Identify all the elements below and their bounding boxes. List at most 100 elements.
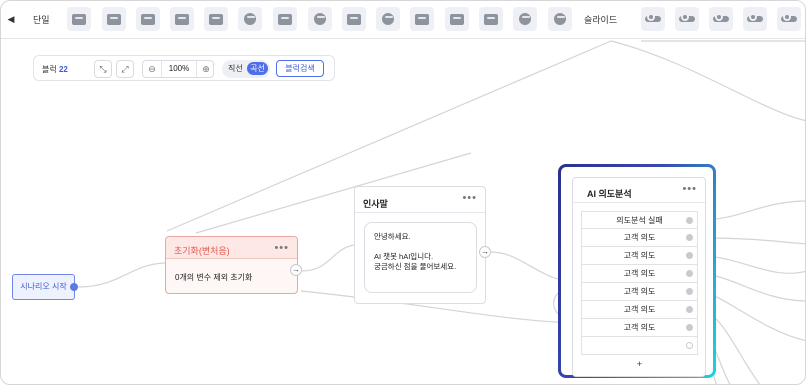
intent-option-empty[interactable]	[581, 337, 698, 355]
tool-slide-video[interactable]	[743, 7, 767, 31]
canvas-controls: 블럭 22 i ⤡ ⤢ ⊖ 100% ⊕ 직선 곡선 블럭검색	[33, 55, 335, 81]
tool-image-output[interactable]	[479, 7, 503, 31]
image-output-icon	[484, 13, 498, 25]
image-card-icon	[209, 13, 223, 25]
intent-option[interactable]: 고객 의도	[581, 301, 698, 319]
option-output-port[interactable]	[686, 217, 693, 224]
tool-video[interactable]	[238, 7, 262, 31]
tool-image-card[interactable]	[204, 7, 228, 31]
intent-option-label: 고객 의도	[623, 305, 656, 314]
tool-slide-list[interactable]	[777, 7, 801, 31]
intent-option-label: 의도분석 실패	[616, 216, 663, 225]
block-count: 22	[58, 65, 68, 74]
intent-option-label: 고객 의도	[623, 287, 656, 296]
intent-option-label: 고객 의도	[623, 323, 656, 332]
tool-slide-image[interactable]	[675, 7, 699, 31]
option-output-port[interactable]	[686, 234, 693, 241]
single-section-label: 단일	[33, 15, 50, 25]
slide-card-icon	[645, 13, 661, 22]
card-icon	[72, 13, 86, 25]
grid-icon	[175, 13, 189, 25]
tool-api-settings[interactable]	[513, 7, 537, 31]
arrow-right-icon[interactable]: →	[290, 264, 302, 276]
tool-list[interactable]	[273, 7, 297, 31]
tool-url[interactable]	[342, 7, 366, 31]
shrink-icon[interactable]: ⤡	[94, 60, 112, 78]
intent-option[interactable]: 고객 의도	[581, 265, 698, 283]
toolbar: ◀ 단일 슬라이드	[1, 1, 805, 39]
zoom-control: ⊖ 100% ⊕	[142, 60, 214, 78]
slide-image-icon	[679, 13, 695, 22]
more-icon[interactable]: •••	[682, 183, 697, 195]
intent-option[interactable]: 고객 의도	[581, 247, 698, 265]
option-output-port[interactable]	[686, 306, 693, 313]
greeting-node[interactable]: 인사말 ••• 안녕하세요. AI 챗봇 hAI입니다. 궁금하신 점을 물어보…	[354, 186, 486, 304]
tool-profile-card[interactable]	[445, 7, 469, 31]
tool-slide-grid[interactable]	[709, 7, 733, 31]
tool-image[interactable]	[102, 7, 126, 31]
list-icon	[278, 13, 292, 25]
intent-options: 의도분석 실패 고객 의도 고객 의도 고객 의도 고객 의도 고객 의도 고객…	[581, 211, 698, 355]
init-node-body: 0개의 변수 제외 초기화	[175, 273, 253, 282]
url-icon	[347, 13, 361, 25]
intent-option[interactable]: 고객 의도	[581, 319, 698, 337]
tool-web[interactable]	[308, 7, 332, 31]
api-settings-icon	[519, 13, 531, 25]
tool-refresh[interactable]	[548, 7, 572, 31]
zoom-value: 100%	[161, 61, 197, 77]
option-output-port[interactable]	[686, 288, 693, 295]
message-line	[374, 242, 476, 252]
add-option-button[interactable]: +	[581, 356, 698, 372]
option-output-port[interactable]	[686, 270, 693, 277]
intent-option[interactable]: 의도분석 실패	[581, 211, 698, 229]
tool-card[interactable]	[67, 7, 91, 31]
form-icon	[415, 13, 429, 25]
intent-option-label: 고객 의도	[623, 251, 656, 260]
intent-option-label: 고객 의도	[623, 233, 656, 242]
greeting-node-title: 인사말	[363, 199, 388, 209]
tool-slide-card[interactable]	[641, 7, 665, 31]
profile-card-icon	[450, 13, 464, 25]
intent-option[interactable]: 고객 의도	[581, 229, 698, 247]
flow-editor: ◀ 단일 슬라이드 블럭 22 i ⤡ ⤢ ⊖ 100%	[0, 0, 806, 385]
message-line: AI 챗봇 hAI입니다.	[374, 252, 434, 261]
caret-left-icon[interactable]: ◀	[5, 11, 17, 27]
more-icon[interactable]: •••	[274, 242, 289, 254]
init-variables-node[interactable]: 초기화(변처음) ••• 0개의 변수 제외 초기화	[165, 236, 298, 294]
intent-option[interactable]: 고객 의도	[581, 283, 698, 301]
tool-form[interactable]	[410, 7, 434, 31]
option-output-port[interactable]	[686, 324, 693, 331]
api-icon	[382, 13, 394, 25]
line-curve-option[interactable]: 곡선	[247, 62, 268, 75]
slide-section-label: 슬라이드	[584, 15, 618, 25]
ai-node-title: AI 의도분석	[587, 189, 632, 199]
block-label: 블럭	[42, 65, 57, 74]
expand-icon[interactable]: ⤢	[116, 60, 134, 78]
tool-grid[interactable]	[170, 7, 194, 31]
video-icon	[244, 13, 256, 25]
refresh-icon	[554, 13, 566, 25]
intent-option-label: 고객 의도	[623, 269, 656, 278]
scenario-start-node[interactable]: 시나리오 시작	[12, 274, 75, 300]
line-style-toggle: 직선 곡선	[222, 60, 270, 78]
zoom-in-icon[interactable]: ⊕	[197, 61, 215, 77]
option-output-port[interactable]	[686, 252, 693, 259]
image-icon	[107, 13, 121, 25]
message-line: 안녕하세요.	[374, 232, 411, 241]
image-text-icon	[141, 13, 155, 25]
greeting-message-bubble: 안녕하세요. AI 챗봇 hAI입니다. 궁금하신 점을 물어보세요.	[364, 222, 477, 293]
line-straight-option[interactable]: 직선	[228, 63, 243, 74]
init-node-title: 초기화(변처음)	[174, 246, 230, 256]
arrow-right-icon[interactable]: →	[479, 246, 491, 258]
message-line: 궁금하신 점을 물어보세요.	[374, 262, 457, 271]
block-count-label: 블럭 22	[42, 64, 68, 75]
option-output-port[interactable]	[686, 342, 693, 349]
tool-api[interactable]	[376, 7, 400, 31]
tool-image-text[interactable]	[136, 7, 160, 31]
start-output-port[interactable]	[70, 283, 78, 291]
ai-intent-node[interactable]: AI 의도분석 ••• 의도분석 실패 고객 의도 고객 의도 고객 의도 고객…	[572, 177, 706, 377]
slide-list-icon	[781, 13, 797, 22]
zoom-out-icon[interactable]: ⊖	[143, 61, 161, 77]
more-icon[interactable]: •••	[462, 192, 477, 204]
block-search-button[interactable]: 블럭검색	[276, 60, 324, 77]
